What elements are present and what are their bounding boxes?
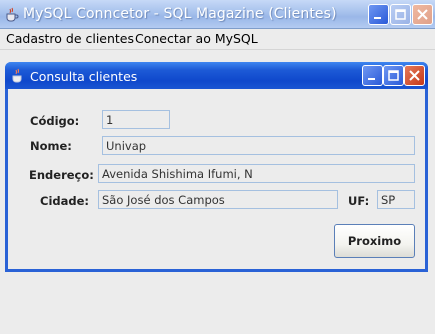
close-button[interactable]	[412, 4, 433, 25]
codigo-field[interactable]: 1	[102, 110, 170, 129]
minimize-button[interactable]	[368, 4, 389, 25]
cidade-label: Cidade:	[40, 194, 90, 208]
proximo-button[interactable]: Proximo	[334, 224, 415, 258]
internal-maximize-button[interactable]	[383, 65, 404, 86]
cidade-field[interactable]: São José dos Campos	[98, 190, 338, 209]
java-cup-icon[interactable]	[11, 68, 25, 84]
endereco-label: Endereço:	[29, 168, 94, 182]
app-title: MySQL Conncetor - SQL Magazine (Clientes…	[23, 6, 337, 22]
internal-minimize-button[interactable]	[362, 65, 383, 86]
codigo-label: Código:	[30, 114, 80, 128]
maximize-button[interactable]	[390, 4, 411, 25]
uf-field[interactable]: SP	[377, 190, 415, 209]
uf-label: UF:	[348, 194, 370, 208]
internal-close-button[interactable]	[404, 65, 425, 86]
java-cup-icon[interactable]	[4, 7, 20, 23]
internal-frame-title: Consulta clientes	[30, 69, 138, 84]
nome-label: Nome:	[30, 139, 72, 153]
app-titlebar[interactable]: MySQL Conncetor - SQL Magazine (Clientes…	[0, 0, 435, 29]
internal-frame-titlebar[interactable]: Consulta clientes	[5, 62, 428, 89]
menu-conectar-mysql[interactable]: Conectar ao MySQL	[135, 31, 258, 46]
menu-cadastro-clientes[interactable]: Cadastro de clientes	[6, 31, 134, 46]
endereco-field[interactable]: Avenida Shishima Ifumi, N	[98, 164, 415, 183]
menubar: Cadastro de clientes Conectar ao MySQL	[0, 29, 435, 50]
nome-field[interactable]: Univap	[102, 136, 415, 155]
